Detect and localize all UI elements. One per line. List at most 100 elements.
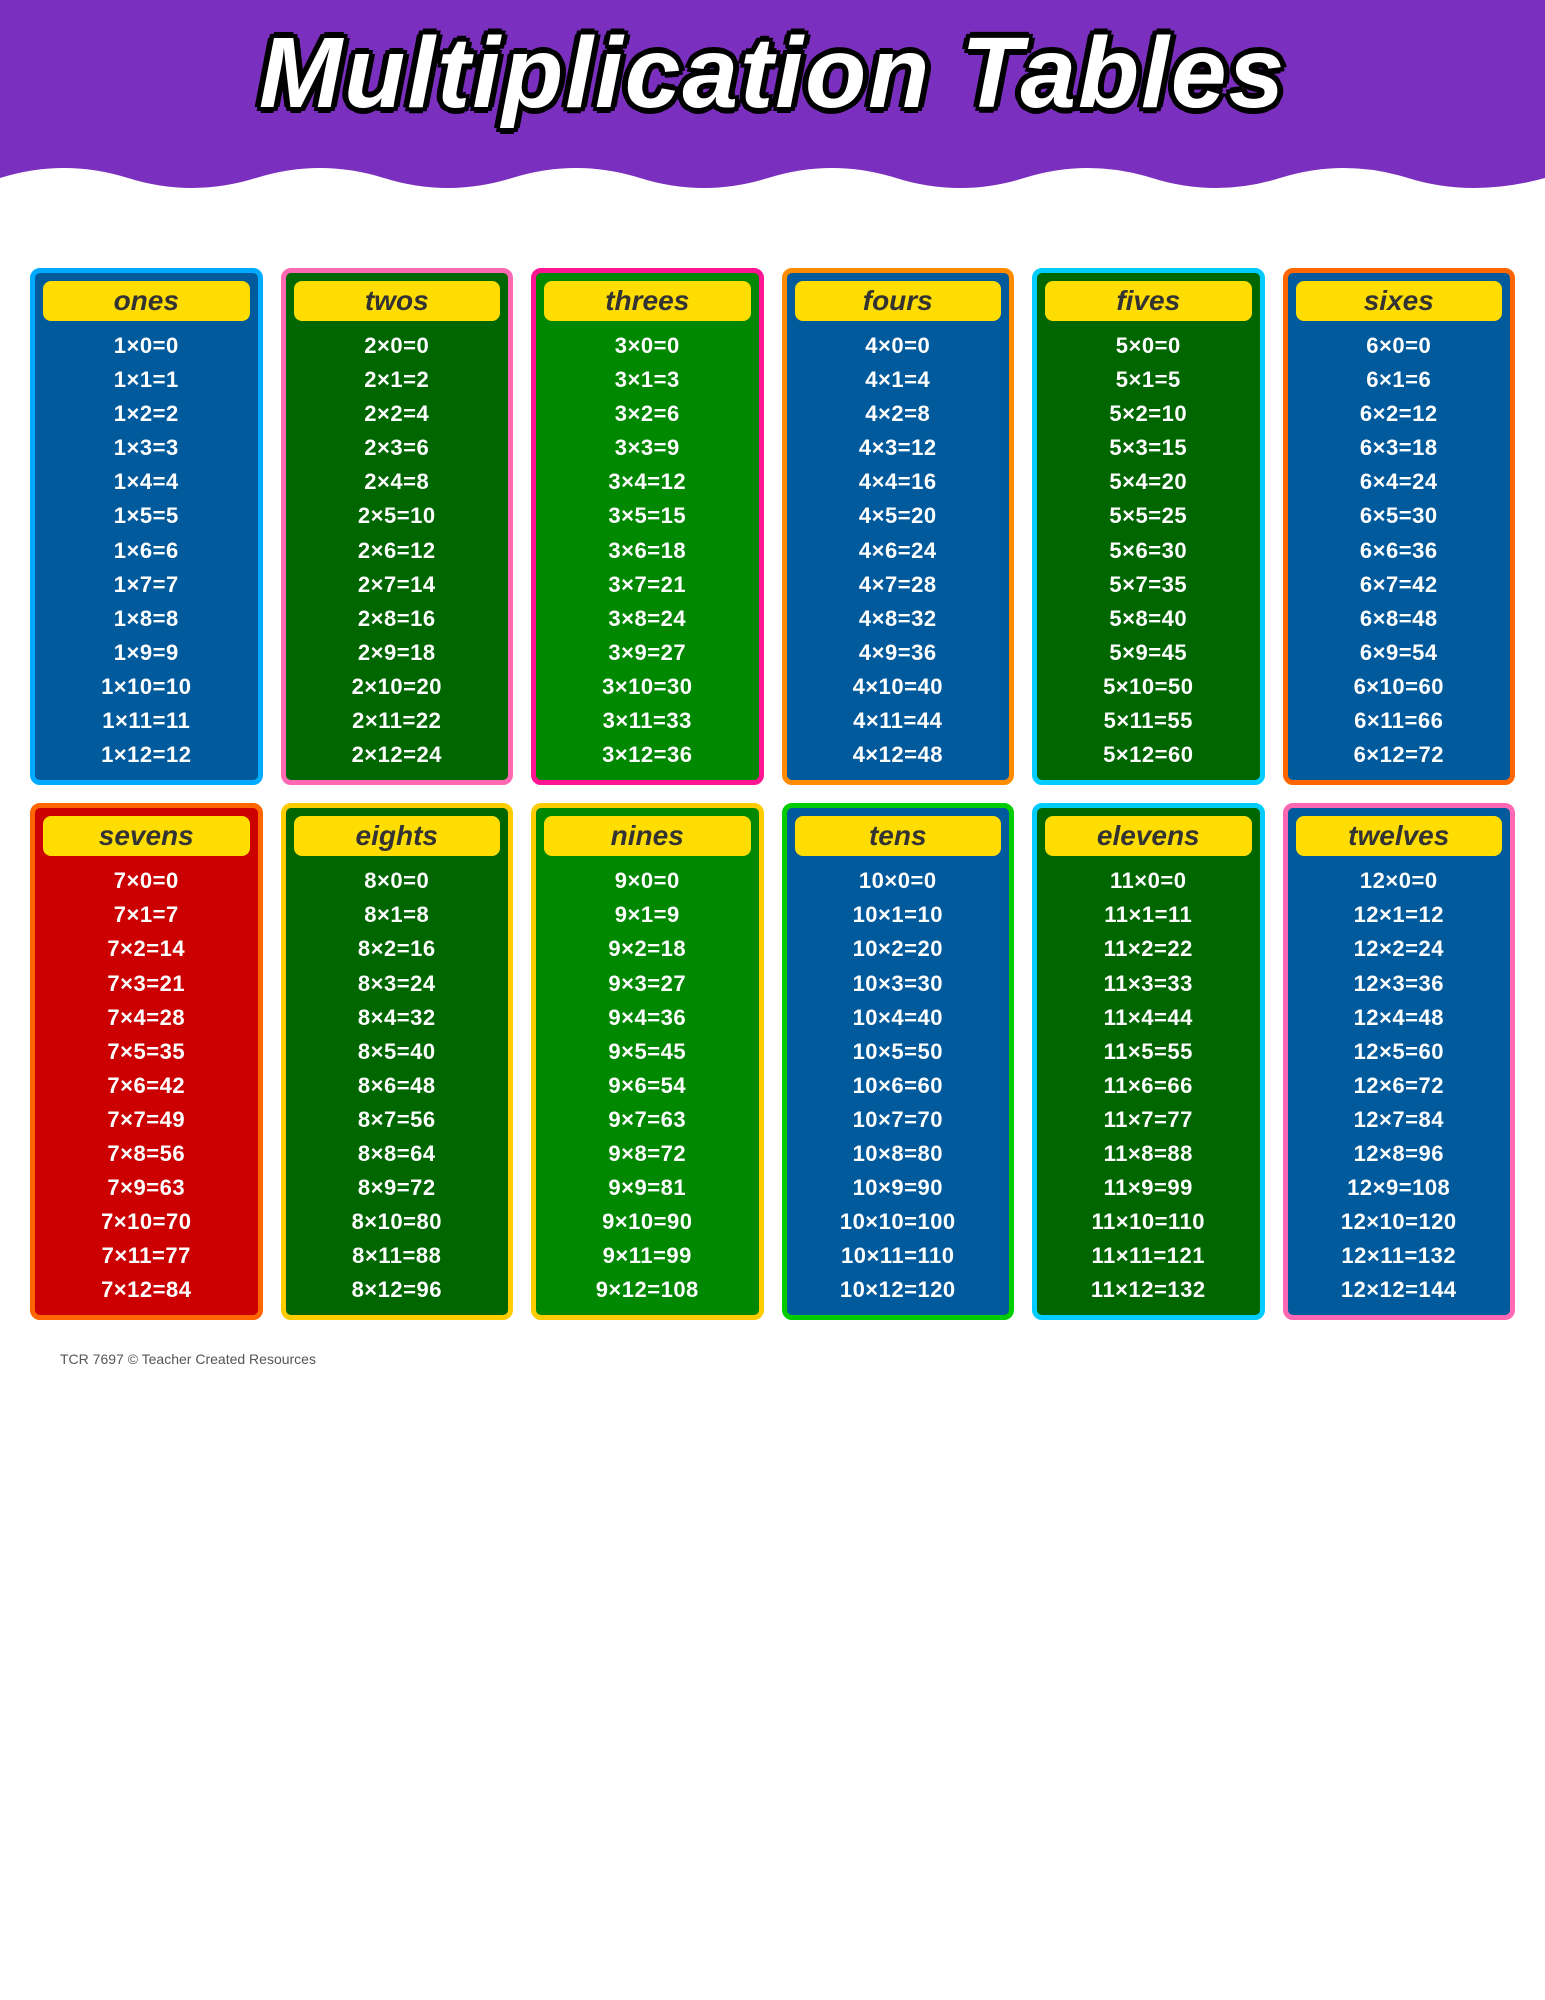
table-row: 12×3=36 (1296, 967, 1503, 1001)
table-row: 3×4=12 (544, 465, 751, 499)
table-card-fives: fives5×0=05×1=55×2=105×3=155×4=205×5=255… (1032, 268, 1265, 785)
table-row: 9×10=90 (544, 1205, 751, 1239)
table-row: 6×11=66 (1296, 704, 1503, 738)
table-row: 3×5=15 (544, 499, 751, 533)
table-row: 4×12=48 (795, 738, 1002, 772)
footer-text: TCR 7697 © Teacher Created Resources (30, 1345, 1515, 1373)
table-row: 3×1=3 (544, 363, 751, 397)
table-row: 1×7=7 (43, 568, 250, 602)
table-row: 8×5=40 (294, 1035, 501, 1069)
table-row: 12×5=60 (1296, 1035, 1503, 1069)
table-card-sixes: sixes6×0=06×1=66×2=126×3=186×4=246×5=306… (1283, 268, 1516, 785)
table-row: 11×10=110 (1045, 1205, 1252, 1239)
table-row: 1×10=10 (43, 670, 250, 704)
table-row: 2×9=18 (294, 636, 501, 670)
table-row: 1×5=5 (43, 499, 250, 533)
table-row: 6×3=18 (1296, 431, 1503, 465)
table-row: 6×12=72 (1296, 738, 1503, 772)
table-row: 3×11=33 (544, 704, 751, 738)
table-row: 4×10=40 (795, 670, 1002, 704)
table-row: 5×5=25 (1045, 499, 1252, 533)
table-row: 12×2=24 (1296, 932, 1503, 966)
table-row: 8×6=48 (294, 1069, 501, 1103)
card-title-threes: threes (544, 281, 751, 321)
table-row: 7×3=21 (43, 967, 250, 1001)
table-row: 2×0=0 (294, 329, 501, 363)
table-row: 2×7=14 (294, 568, 501, 602)
table-row: 6×7=42 (1296, 568, 1503, 602)
table-row: 9×5=45 (544, 1035, 751, 1069)
table-card-elevens: elevens11×0=011×1=1111×2=2211×3=3311×4=4… (1032, 803, 1265, 1320)
table-row: 5×6=30 (1045, 534, 1252, 568)
table-row: 7×1=7 (43, 898, 250, 932)
table-row: 11×2=22 (1045, 932, 1252, 966)
table-row: 5×0=0 (1045, 329, 1252, 363)
table-row: 12×7=84 (1296, 1103, 1503, 1137)
table-row: 1×12=12 (43, 738, 250, 772)
table-row: 11×3=33 (1045, 967, 1252, 1001)
wave-divider (0, 158, 1545, 203)
table-row: 8×7=56 (294, 1103, 501, 1137)
table-row: 1×3=3 (43, 431, 250, 465)
table-row: 8×3=24 (294, 967, 501, 1001)
card-title-tens: tens (795, 816, 1002, 856)
table-row: 2×6=12 (294, 534, 501, 568)
table-row: 6×5=30 (1296, 499, 1503, 533)
table-row: 7×11=77 (43, 1239, 250, 1273)
table-row: 9×8=72 (544, 1137, 751, 1171)
table-row: 4×8=32 (795, 602, 1002, 636)
table-row: 11×6=66 (1045, 1069, 1252, 1103)
table-row: 9×0=0 (544, 864, 751, 898)
card-title-nines: nines (544, 816, 751, 856)
table-row: 5×9=45 (1045, 636, 1252, 670)
table-row: 10×2=20 (795, 932, 1002, 966)
table-row: 10×11=110 (795, 1239, 1002, 1273)
table-row: 5×7=35 (1045, 568, 1252, 602)
table-row: 7×12=84 (43, 1273, 250, 1307)
table-row: 8×8=64 (294, 1137, 501, 1171)
table-row: 9×3=27 (544, 967, 751, 1001)
table-row: 2×3=6 (294, 431, 501, 465)
table-row: 9×12=108 (544, 1273, 751, 1307)
table-row: 9×1=9 (544, 898, 751, 932)
table-row: 2×10=20 (294, 670, 501, 704)
main-content: ones1×0=01×1=11×2=21×3=31×4=41×5=51×6=61… (0, 218, 1545, 1403)
table-row: 6×6=36 (1296, 534, 1503, 568)
table-row: 9×6=54 (544, 1069, 751, 1103)
table-row: 4×1=4 (795, 363, 1002, 397)
header: Multiplication Tables (0, 0, 1545, 158)
table-row: 12×1=12 (1296, 898, 1503, 932)
table-row: 12×6=72 (1296, 1069, 1503, 1103)
table-row: 3×3=9 (544, 431, 751, 465)
table-row: 8×1=8 (294, 898, 501, 932)
table-row: 9×11=99 (544, 1239, 751, 1273)
table-row: 1×4=4 (43, 465, 250, 499)
table-row: 4×6=24 (795, 534, 1002, 568)
card-title-ones: ones (43, 281, 250, 321)
table-row: 1×6=6 (43, 534, 250, 568)
table-row: 5×2=10 (1045, 397, 1252, 431)
table-card-sevens: sevens7×0=07×1=77×2=147×3=217×4=287×5=35… (30, 803, 263, 1320)
table-row: 2×4=8 (294, 465, 501, 499)
table-row: 10×7=70 (795, 1103, 1002, 1137)
table-row: 2×11=22 (294, 704, 501, 738)
table-row: 5×8=40 (1045, 602, 1252, 636)
table-row: 3×9=27 (544, 636, 751, 670)
table-row: 6×10=60 (1296, 670, 1503, 704)
table-row: 11×11=121 (1045, 1239, 1252, 1273)
table-row: 7×5=35 (43, 1035, 250, 1069)
table-row: 6×4=24 (1296, 465, 1503, 499)
table-row: 7×8=56 (43, 1137, 250, 1171)
table-row: 4×7=28 (795, 568, 1002, 602)
card-title-sevens: sevens (43, 816, 250, 856)
table-row: 9×2=18 (544, 932, 751, 966)
table-row: 3×0=0 (544, 329, 751, 363)
table-row: 12×9=108 (1296, 1171, 1503, 1205)
table-row: 6×1=6 (1296, 363, 1503, 397)
table-row: 7×4=28 (43, 1001, 250, 1035)
table-row: 11×9=99 (1045, 1171, 1252, 1205)
page-title: Multiplication Tables (30, 18, 1515, 128)
table-row: 1×1=1 (43, 363, 250, 397)
table-row: 11×7=77 (1045, 1103, 1252, 1137)
table-row: 8×0=0 (294, 864, 501, 898)
